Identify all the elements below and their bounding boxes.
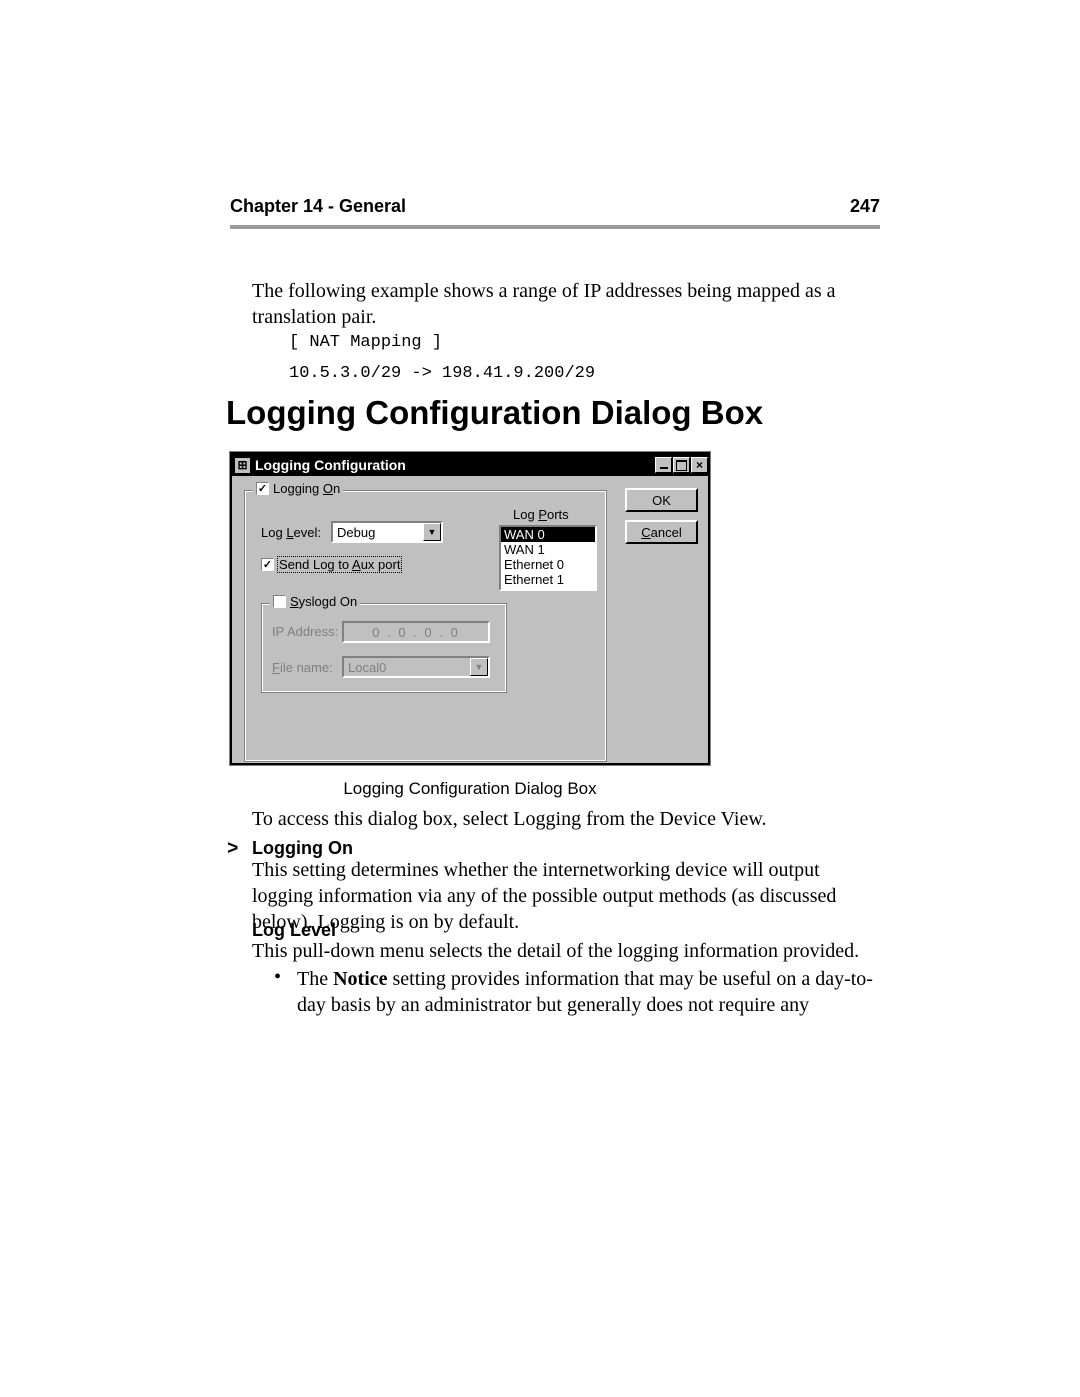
logging-on-group: Logging On Log Level: Debug ▼ Send Log t…: [244, 490, 607, 762]
logging-on-heading: Logging On: [252, 838, 353, 859]
log-ports-listbox[interactable]: WAN 0 WAN 1 Ethernet 0 Ethernet 1: [499, 525, 597, 591]
system-menu-icon[interactable]: ⊞: [234, 457, 251, 474]
file-name-value: Local0: [348, 660, 386, 675]
aux-port-label: Send Log to Aux port: [278, 557, 401, 572]
logging-on-text: Logging On: [273, 481, 340, 496]
dialog-titlebar[interactable]: ⊞ Logging Configuration ×: [232, 454, 708, 476]
ip-address-label: IP Address:: [272, 624, 338, 639]
page-number: 247: [850, 196, 880, 217]
header-rule: [230, 225, 880, 229]
dropdown-arrow-icon[interactable]: ▼: [423, 523, 441, 541]
log-ports-label: Log Ports: [513, 507, 569, 522]
list-item[interactable]: WAN 1: [501, 542, 595, 557]
log-level-label: Log Level:: [261, 525, 321, 540]
logging-on-text: This setting determines whether the inte…: [252, 857, 880, 935]
dropdown-arrow-icon[interactable]: ▼: [470, 658, 488, 676]
list-item[interactable]: WAN 0: [501, 527, 595, 542]
minimize-button[interactable]: [655, 457, 672, 473]
syslogd-text: Syslogd On: [290, 594, 357, 609]
bullet-marker: •: [274, 966, 281, 989]
running-header: Chapter 14 - General 247: [230, 196, 880, 217]
list-item[interactable]: Ethernet 0: [501, 557, 595, 572]
syslogd-checkbox[interactable]: [273, 595, 286, 608]
syslogd-checkbox-label[interactable]: Syslogd On: [270, 594, 360, 609]
maximize-button[interactable]: [673, 457, 690, 473]
log-level-text: This pull-down menu selects the detail o…: [252, 938, 880, 964]
log-level-value: Debug: [337, 525, 375, 540]
nat-mapping-code: [ NAT Mapping ] 10.5.3.0/29 -> 198.41.9.…: [289, 328, 595, 389]
dialog-title: Logging Configuration: [255, 457, 406, 473]
logging-config-dialog: ⊞ Logging Configuration × Logging On Log…: [230, 452, 710, 765]
chapter-label: Chapter 14 - General: [230, 196, 406, 217]
access-paragraph: To access this dialog box, select Loggin…: [252, 808, 880, 831]
log-level-dropdown[interactable]: Debug ▼: [331, 521, 443, 543]
logging-on-checkbox[interactable]: [256, 482, 269, 495]
logging-on-checkbox-label[interactable]: Logging On: [253, 481, 343, 496]
figure-caption: Logging Configuration Dialog Box: [230, 779, 710, 799]
close-button[interactable]: ×: [691, 457, 708, 473]
cancel-button[interactable]: Cancel: [625, 520, 698, 544]
aux-port-checkbox[interactable]: [261, 558, 274, 571]
section-marker: >: [227, 838, 238, 860]
intro-paragraph: The following example shows a range of I…: [252, 278, 880, 330]
aux-port-checkbox-row[interactable]: Send Log to Aux port: [261, 557, 401, 572]
syslogd-group: Syslogd On IP Address: 0 . 0 . 0 . 0 Fil…: [261, 603, 507, 693]
file-name-dropdown[interactable]: Local0 ▼: [342, 656, 490, 678]
file-name-label: File name:: [272, 660, 333, 675]
section-heading: Logging Configuration Dialog Box: [226, 394, 763, 432]
ok-button[interactable]: OK: [625, 488, 698, 512]
list-item[interactable]: Ethernet 1: [501, 572, 595, 587]
ip-address-input[interactable]: 0 . 0 . 0 . 0: [342, 621, 490, 643]
notice-bullet-text: The Notice setting provides information …: [297, 966, 880, 1018]
